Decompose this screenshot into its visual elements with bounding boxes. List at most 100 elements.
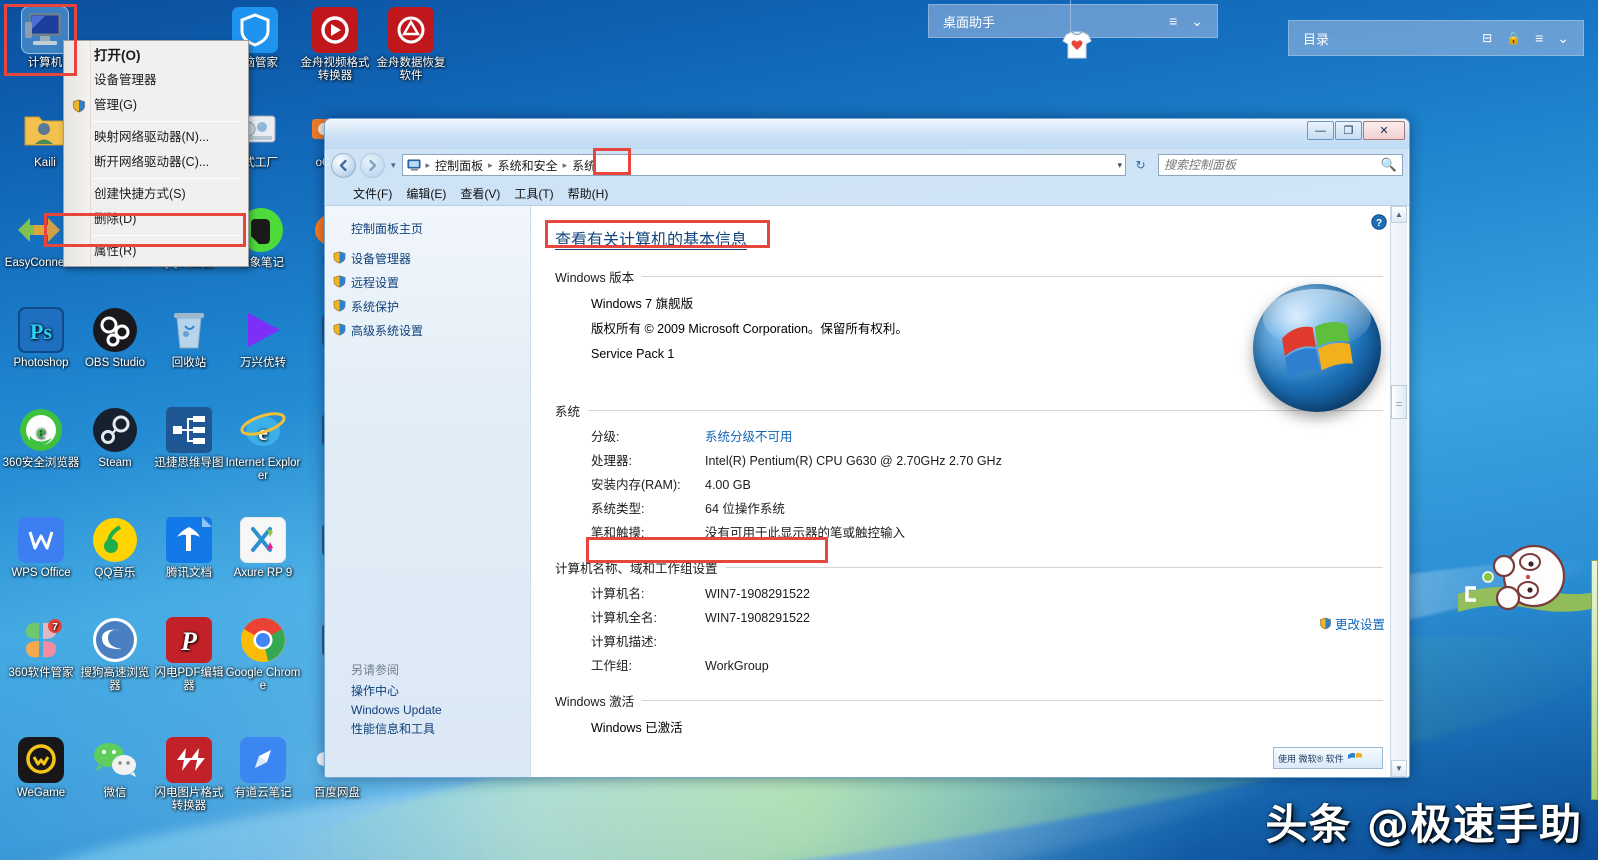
context-menu-item[interactable]: 设备管理器 <box>64 68 248 93</box>
hamburger-icon[interactable]: ≡ <box>1169 13 1177 29</box>
desktop-icon-axure[interactable]: Axure RP 9 <box>224 516 302 580</box>
shield-icon <box>333 323 346 336</box>
sidebar-item-3[interactable]: 高级系统设置 <box>325 319 530 343</box>
desktop-icon-steam[interactable]: Steam <box>76 406 154 470</box>
hamburger-icon[interactable]: ≡ <box>1535 30 1543 46</box>
computer-name-heading: 计算机名称、域和工作组设置 <box>555 558 1383 577</box>
desktop-icon-wanxing[interactable]: 万兴优转 <box>224 306 302 370</box>
history-dropdown-icon[interactable]: ▾ <box>389 160 398 171</box>
desktop-icon-360-soft[interactable]: 7 360软件管家 <box>2 616 80 680</box>
windows-edition-heading: Windows 版本 <box>555 267 1383 286</box>
scroll-track[interactable] <box>1391 224 1407 759</box>
system-row-value[interactable]: 系统分级不可用 <box>705 429 793 446</box>
context-menu-item[interactable]: 映射网络驱动器(N)... <box>64 125 248 150</box>
sidebar-item-0[interactable]: 设备管理器 <box>325 247 530 271</box>
desktop-icon-photoshop[interactable]: Ps Photoshop <box>2 306 80 370</box>
vertical-scrollbar[interactable]: ▲ ▼ <box>1390 206 1407 777</box>
desktop-icon-360-browser[interactable]: e 360安全浏览器 <box>2 406 80 470</box>
desktop-icon-label: 闪电PDF编辑器 <box>154 667 224 692</box>
windows-logo <box>1253 284 1381 412</box>
context-menu-item[interactable]: 断开网络驱动器(C)... <box>64 150 248 175</box>
system-row-key: 处理器: <box>591 454 632 468</box>
address-dropdown-icon[interactable]: ▾ <box>1117 160 1122 171</box>
system-rows: 分级: 系统分级不可用 处理器: Intel(R) Pentium(R) CPU … <box>555 429 1383 542</box>
search-control-panel[interactable]: 🔍 <box>1158 154 1403 176</box>
context-menu-item[interactable]: 打开(O) <box>64 43 248 68</box>
menu-help[interactable]: 帮助(H) <box>568 185 609 202</box>
context-menu-item[interactable]: 创建快捷方式(S) <box>64 182 248 207</box>
control-panel-window[interactable]: — ❐ ✕ ▾ ▸ 控制面板 ▸ 系统和安全 ▸ 系统 ▾ ↻ 搜索控制面板 🔍… <box>324 118 1410 778</box>
desktop[interactable]: 计算机电脑管家金舟视频格式转换器金舟数据恢复软件格式工厂oCamKailiEas… <box>0 0 1598 860</box>
see-also-action-center[interactable]: 操作中心 <box>351 682 530 701</box>
sidebar-item-2[interactable]: 系统保护 <box>325 295 530 319</box>
search-input[interactable] <box>1164 158 1381 172</box>
context-menu-item[interactable]: 管理(G) <box>64 93 248 118</box>
lock-icon[interactable]: 🔒 <box>1506 31 1521 45</box>
desktop-icon-qq-music[interactable]: QQ音乐 <box>76 516 154 580</box>
tshirt-icon[interactable] <box>1060 30 1094 60</box>
window-titlebar[interactable]: — ❐ ✕ <box>325 119 1409 149</box>
maximize-button[interactable]: ❐ <box>1335 121 1362 140</box>
desktop-icon-jinzhou-recovery[interactable]: 金舟数据恢复软件 <box>372 6 450 83</box>
computer-row: 计算机描述: <box>555 634 1383 651</box>
search-icon[interactable]: 🔍 <box>1381 157 1397 173</box>
menu-edit[interactable]: 编辑(E) <box>406 185 446 202</box>
scroll-up-button[interactable]: ▲ <box>1391 206 1407 223</box>
desktop-icon-sogou[interactable]: 搜狗高速浏览器 <box>76 616 154 693</box>
menu-file[interactable]: 文件(F) <box>353 185 392 202</box>
context-menu-item[interactable]: 属性(R) <box>64 239 248 264</box>
desktop-icon-wechat[interactable]: 微信 <box>76 736 154 800</box>
desktop-icon-shandian-img[interactable]: 闪电图片格式转换器 <box>150 736 228 813</box>
desktop-icon-ie[interactable]: e Internet Explorer <box>224 406 302 483</box>
shield-icon <box>1320 617 1331 630</box>
desktop-icon-youdao[interactable]: 有道云笔记 <box>224 736 302 800</box>
desktop-icon-wegame[interactable]: WeGame <box>2 736 80 800</box>
scroll-thumb[interactable] <box>1391 384 1407 419</box>
chevron-down-icon[interactable]: ⌄ <box>1557 30 1569 47</box>
context-menu-item[interactable]: 删除(D) <box>64 207 248 232</box>
list-icon[interactable]: ⊟ <box>1482 31 1492 45</box>
sidebar-item-home[interactable]: 控制面板主页 <box>325 218 530 247</box>
desktop-icon-jinzhou-video[interactable]: 金舟视频格式转换器 <box>296 6 374 83</box>
system-heading: 系统 <box>555 401 1383 420</box>
help-icon[interactable]: ? <box>1371 214 1387 230</box>
widget-catalog[interactable]: 目录 ⊟ 🔒 ≡ ⌄ <box>1288 20 1584 56</box>
minimize-button[interactable]: — <box>1307 121 1334 140</box>
desktop-icon-chrome[interactable]: Google Chrome <box>224 616 302 693</box>
breadcrumb-control-panel[interactable]: 控制面板 <box>431 156 487 175</box>
address-bar[interactable]: ▸ 控制面板 ▸ 系统和安全 ▸ 系统 ▾ <box>401 154 1126 176</box>
window-controls: — ❐ ✕ <box>1307 121 1405 140</box>
desktop-icon-obs[interactable]: OBS Studio <box>76 306 154 370</box>
refresh-button[interactable]: ↻ <box>1130 155 1151 176</box>
app-icon <box>91 306 139 354</box>
desktop-icon-shandian-pdf[interactable]: P 闪电PDF编辑器 <box>150 616 228 693</box>
see-also-performance[interactable]: 性能信息和工具 <box>351 720 530 739</box>
desktop-icon-label: 360安全浏览器 <box>2 457 80 469</box>
menu-tools[interactable]: 工具(T) <box>514 185 553 202</box>
window-body: 控制面板主页 设备管理器 远程设置 系统保护 高级系统设置 另请参阅 操作中心 … <box>325 205 1409 777</box>
scroll-down-button[interactable]: ▼ <box>1391 760 1407 777</box>
desktop-icon-xunjie-mindmap[interactable]: 迅捷思维导图 <box>150 406 228 470</box>
desktop-icon-tencent-docs[interactable]: 腾讯文档 <box>150 516 228 580</box>
chevron-down-icon[interactable]: ⌄ <box>1191 13 1203 30</box>
desktop-icon-recycle-bin[interactable]: 回收站 <box>150 306 228 370</box>
sidebar-item-1[interactable]: 远程设置 <box>325 271 530 295</box>
computer-row: 计算机名: WIN7-1908291522 <box>555 586 1383 603</box>
back-button[interactable] <box>331 152 356 178</box>
breadcrumb-system[interactable]: 系统 <box>568 156 600 175</box>
windows-edition-label: Windows 版本 <box>555 271 635 285</box>
computer-context-menu[interactable]: 打开(O) 设备管理器 管理(G) 映射网络驱动器(N)... 断开网络驱动器(C).… <box>63 40 249 267</box>
desktop-icon-wps[interactable]: WPS Office <box>2 516 80 580</box>
desktop-pet[interactable] <box>1448 532 1598 628</box>
see-also-windows-update[interactable]: Windows Update <box>351 701 530 720</box>
menu-view[interactable]: 查看(V) <box>460 185 500 202</box>
desktop-icon-label: 回收站 <box>171 357 207 369</box>
side-gauge <box>1591 560 1598 800</box>
forward-button[interactable] <box>360 152 385 178</box>
desktop-icon-label: 金舟视频格式转换器 <box>300 57 370 82</box>
app-icon: Ps <box>17 306 65 354</box>
close-button[interactable]: ✕ <box>1363 121 1405 140</box>
breadcrumb-system-security[interactable]: 系统和安全 <box>494 156 562 175</box>
change-settings-link[interactable]: 更改设置 <box>1319 614 1385 633</box>
app-icon: e <box>17 406 65 454</box>
